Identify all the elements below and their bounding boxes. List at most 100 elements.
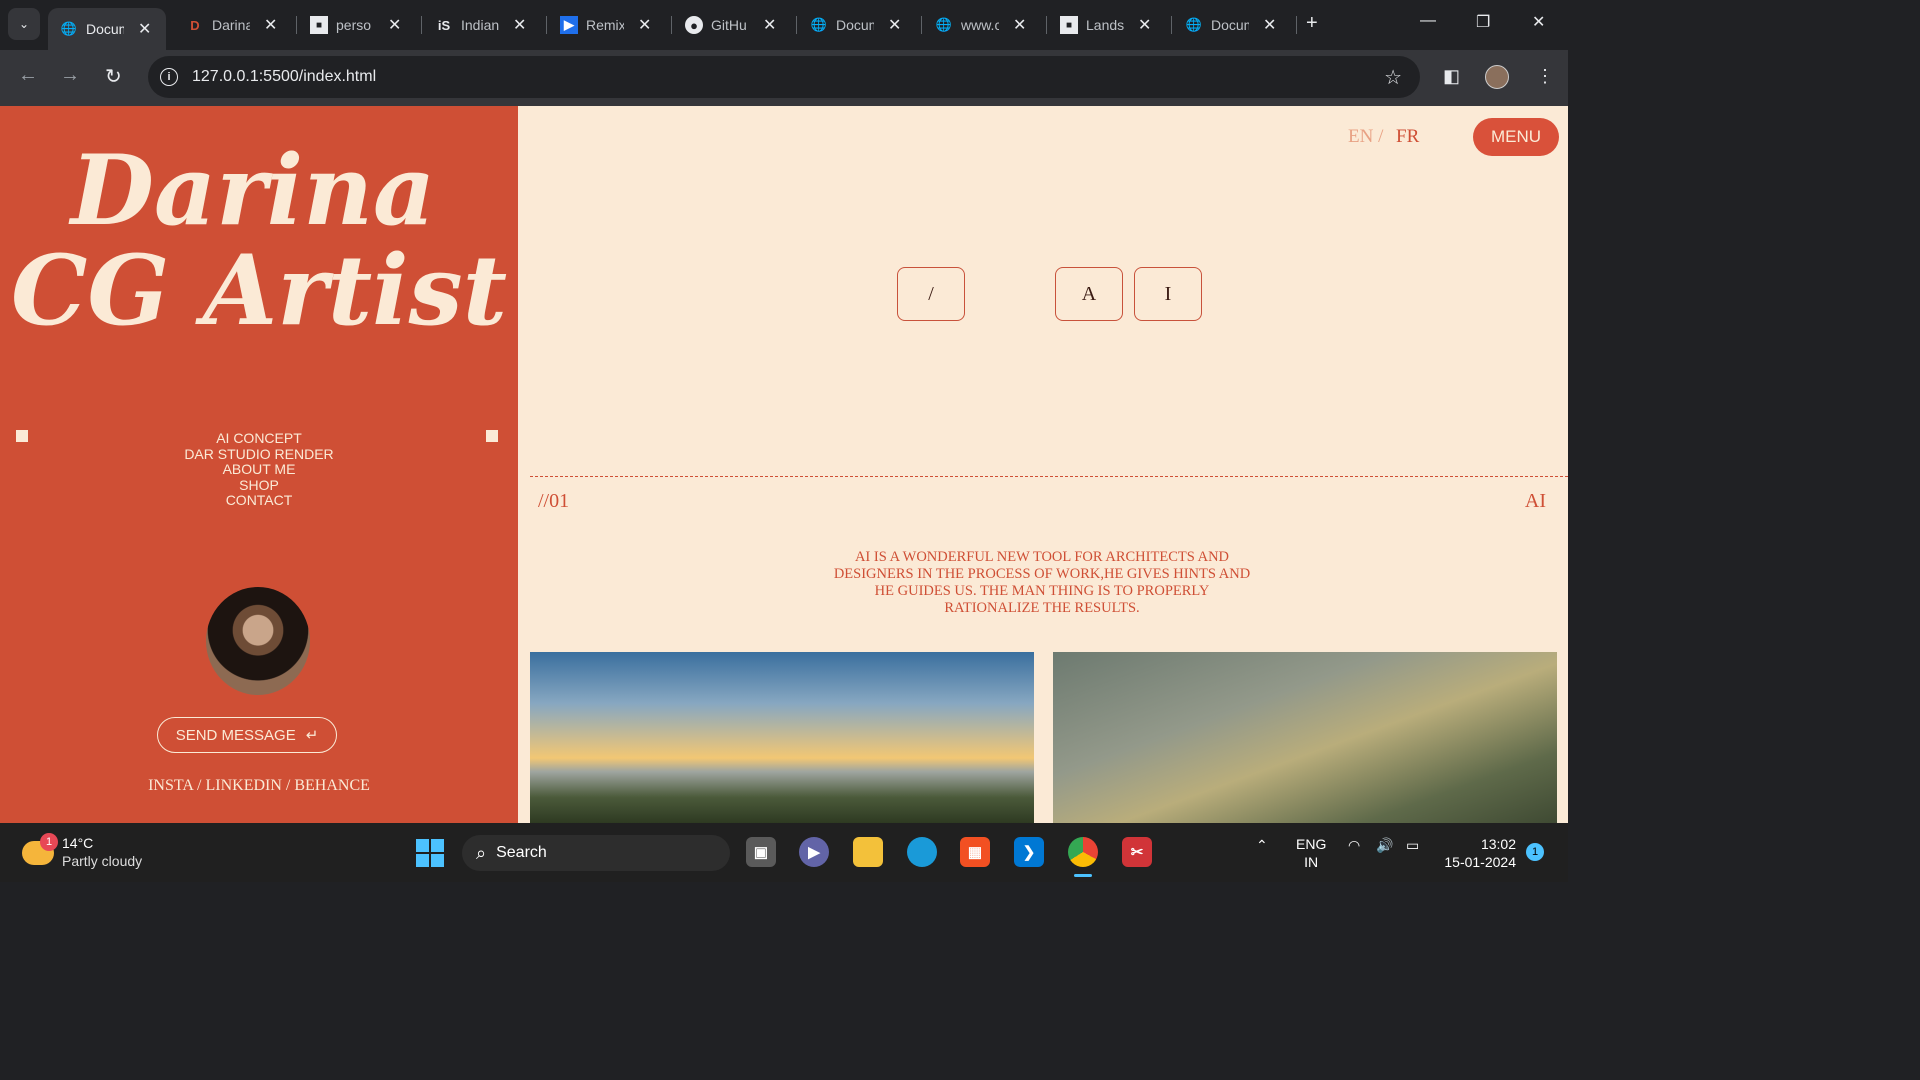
weather-desc: Partly cloudy <box>62 853 143 869</box>
unsplash-icon: ■ <box>1060 16 1078 34</box>
close-icon[interactable]: ✕ <box>264 15 277 35</box>
close-icon[interactable]: ✕ <box>1263 15 1276 35</box>
nav-ai-concept[interactable]: AI CONCEPT <box>0 430 518 447</box>
close-icon[interactable]: ✕ <box>513 15 526 35</box>
globe-icon: 🌐 <box>60 21 78 36</box>
tab-title: Darina <box>212 17 250 33</box>
tab-3[interactable]: ■ perso ✕ <box>298 8 401 42</box>
tab-8[interactable]: 🌐 www.c ✕ <box>923 8 1027 42</box>
clock-time: 13:02 <box>1480 836 1516 852</box>
tab-separator <box>1296 16 1297 34</box>
darina-icon: D <box>190 17 200 33</box>
nav-shop[interactable]: SHOP <box>0 477 518 494</box>
letter-box: I <box>1134 267 1202 321</box>
tab-1[interactable]: 🌐 Docum ✕ <box>48 8 166 50</box>
nav-about-me[interactable]: ABOUT ME <box>0 461 518 478</box>
close-icon[interactable]: ✕ <box>1138 15 1151 35</box>
back-icon[interactable]: ← <box>18 64 38 87</box>
forward-icon[interactable]: → <box>60 64 80 87</box>
weather-temp: 14°C <box>62 835 94 851</box>
weather-widget[interactable]: 1 14°C Partly cloudy <box>22 833 162 873</box>
store-icon[interactable]: ▦ <box>960 837 990 867</box>
clock-date: 15-01-2024 <box>1444 854 1516 870</box>
search-label: Search <box>496 844 547 861</box>
hero-title-line1: Darina <box>70 134 436 247</box>
reload-icon[interactable]: ↻ <box>105 64 122 89</box>
tab-7[interactable]: 🌐 Docum ✕ <box>798 8 902 42</box>
section-description: AI IS A WONDERFUL NEW TOOL FOR ARCHITECT… <box>833 549 1251 616</box>
url-text[interactable]: 127.0.0.1:5500/index.html <box>192 68 376 86</box>
new-tab-icon[interactable]: + <box>1306 12 1318 35</box>
snipping-tool-icon[interactable]: ✂ <box>1122 837 1152 867</box>
kebab-menu-icon[interactable]: ⋮ <box>1536 66 1554 87</box>
send-message-label: SEND MESSAGE <box>175 726 296 744</box>
landscape-photo-hills <box>1053 652 1557 823</box>
notification-badge[interactable]: 1 <box>1526 843 1544 861</box>
bookmark-star-icon[interactable]: ☆ <box>1384 65 1402 90</box>
web-page: Darina CG Artist AI CONCEPT DAR STUDIO R… <box>0 106 1568 823</box>
letter-box: A <box>1055 267 1123 321</box>
close-icon[interactable]: ✕ <box>763 15 776 35</box>
tab-10[interactable]: 🌐 Docum ✕ <box>1173 8 1277 42</box>
tab-separator <box>1171 16 1172 34</box>
social-links[interactable]: INSTA / LINKEDIN / BEHANCE <box>0 777 518 795</box>
hero-title-line2: CG Artist <box>10 234 508 347</box>
globe-icon: 🌐 <box>810 17 828 32</box>
nav-dar-studio-render[interactable]: DAR STUDIO RENDER <box>0 446 518 463</box>
clock[interactable]: 13:02 15-01-2024 <box>1442 835 1516 871</box>
task-view-icon[interactable]: ▣ <box>746 837 776 867</box>
nav-contact[interactable]: CONTACT <box>0 492 518 509</box>
window-close-icon[interactable]: ✕ <box>1532 12 1545 32</box>
restore-icon[interactable]: ❐ <box>1476 12 1490 32</box>
tab-separator <box>421 16 422 34</box>
landscape-photo-sunset <box>530 652 1034 823</box>
minimize-icon[interactable]: — <box>1420 12 1436 30</box>
close-icon[interactable]: ✕ <box>638 15 651 35</box>
windows-start-icon[interactable] <box>416 839 444 867</box>
tab-6[interactable]: ● GitHu ✕ <box>673 8 776 42</box>
lang-line2: IN <box>1304 854 1319 870</box>
unsplash-icon: ■ <box>310 16 328 34</box>
lang-line1: ENG <box>1296 836 1327 852</box>
profile-avatar[interactable] <box>1485 65 1509 89</box>
tab-separator <box>296 16 297 34</box>
battery-icon[interactable]: ▭ <box>1406 837 1419 854</box>
file-explorer-icon[interactable] <box>853 837 883 867</box>
address-bar[interactable]: i 127.0.0.1:5500/index.html ☆ <box>148 56 1420 98</box>
globe-icon: 🌐 <box>1185 17 1203 32</box>
tab-separator <box>1046 16 1047 34</box>
edge-icon[interactable] <box>907 837 937 867</box>
tab-4[interactable]: iS Indian ✕ <box>423 8 527 42</box>
lang-en[interactable]: EN / <box>1348 126 1383 148</box>
github-icon: ● <box>685 16 703 34</box>
tab-2[interactable]: D Darina ✕ <box>174 8 277 42</box>
lang-fr[interactable]: FR <box>1396 126 1419 148</box>
tab-5[interactable]: ▶ Remix ✕ <box>548 8 651 42</box>
section-number: //01 <box>538 490 570 512</box>
volume-icon[interactable]: 🔊 <box>1376 837 1393 854</box>
teams-icon[interactable]: ▶ <box>799 837 829 867</box>
wifi-icon[interactable]: ◠ <box>1348 837 1360 854</box>
tray-chevron-up-icon[interactable]: ⌃ <box>1256 837 1268 854</box>
close-icon[interactable]: ✕ <box>1013 15 1026 35</box>
tab-title: GitHu <box>711 17 747 33</box>
tab-search-button[interactable]: ⌄ <box>8 8 40 40</box>
vscode-icon[interactable]: ❯ <box>1014 837 1044 867</box>
close-icon[interactable]: ✕ <box>138 19 151 39</box>
globe-icon: 🌐 <box>935 17 953 32</box>
close-icon[interactable]: ✕ <box>388 15 401 35</box>
menu-button[interactable]: MENU <box>1473 118 1559 156</box>
send-message-button[interactable]: SEND MESSAGE ↵ <box>157 717 337 753</box>
tab-title: Docum <box>836 17 874 33</box>
site-info-icon[interactable]: i <box>160 68 178 86</box>
input-language[interactable]: ENG IN <box>1296 835 1326 871</box>
taskbar-search[interactable]: ⌕ Search <box>462 835 730 871</box>
weather-badge: 1 <box>40 833 58 851</box>
is-icon: iS <box>437 17 451 33</box>
tab-9[interactable]: ■ Lands ✕ <box>1048 8 1151 42</box>
tab-title: Remix <box>586 17 624 33</box>
close-icon[interactable]: ✕ <box>888 15 901 35</box>
chrome-icon[interactable] <box>1068 837 1098 867</box>
remix-icon: ▶ <box>560 16 578 34</box>
side-panel-icon[interactable]: ◧ <box>1443 66 1460 87</box>
